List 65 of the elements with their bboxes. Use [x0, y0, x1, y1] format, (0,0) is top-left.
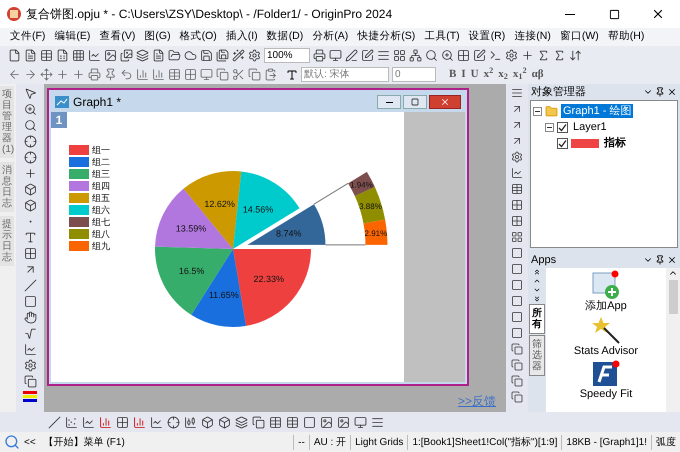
legend-label: 组三: [92, 168, 110, 178]
menu-item[interactable]: 插入(I): [226, 29, 258, 45]
zoom-field[interactable]: 100%: [264, 48, 310, 63]
slice-label: 12.62%: [204, 199, 235, 210]
slice-label: 1.94%: [350, 180, 373, 190]
app-label[interactable]: 添加App: [571, 300, 641, 312]
legend-label: 组二: [92, 156, 110, 166]
format-button[interactable]: x$_{2}$: [498, 66, 508, 83]
format-button[interactable]: x$^{2}$: [484, 66, 494, 83]
status-text: AU : 开: [308, 434, 350, 450]
panel-title: Apps: [531, 252, 556, 268]
format-button[interactable]: αβ: [532, 66, 544, 83]
menu-item[interactable]: 快捷分析(S): [357, 29, 416, 45]
status-text: --: [293, 434, 309, 450]
graph-window-title: Graph1 *: [73, 94, 122, 111]
menu-item[interactable]: 连接(N): [514, 29, 551, 45]
menu-item[interactable]: 查看(V): [99, 29, 136, 45]
format-button[interactable]: U: [470, 66, 479, 83]
legend-label: 组四: [92, 180, 110, 190]
app-label[interactable]: Stats Advisor: [571, 345, 641, 357]
legend-label: 组八: [92, 228, 110, 238]
slice-label: 3.88%: [359, 202, 382, 212]
side-tab[interactable]: 提示日志: [0, 216, 14, 266]
side-tab[interactable]: 项目管理器 (1): [0, 86, 14, 158]
menu-item[interactable]: 编辑(E): [54, 29, 90, 45]
tree-item[interactable]: Layer1: [571, 120, 609, 134]
status-text: 【开始】菜单 (F1): [42, 436, 126, 450]
legend-label: 组九: [92, 240, 110, 250]
tree-item[interactable]: 指标: [602, 136, 628, 150]
legend-label: 组一: [92, 144, 110, 154]
legend-label: 组五: [92, 192, 110, 202]
slice-label: 13.59%: [176, 223, 206, 234]
legend-label: 组六: [92, 204, 110, 214]
menu-item[interactable]: 工具(T): [424, 29, 460, 45]
menu-item[interactable]: 文件(F): [10, 29, 46, 45]
status-text: 弧度: [651, 434, 680, 450]
slice-label: 16.5%: [178, 266, 204, 276]
app-tab[interactable]: 所有: [529, 304, 545, 334]
slice-label: 14.56%: [242, 204, 274, 214]
slice-label: 2.91%: [364, 229, 388, 238]
legend-label: 组七: [92, 216, 110, 226]
status-text: 1:[Book1]Sheet1!Col("指标")[1:9]: [407, 434, 562, 450]
slice-label: 8.74%: [276, 228, 302, 238]
panel-title: 对象管理器: [531, 84, 586, 100]
menu-item[interactable]: 窗口(W): [560, 29, 599, 45]
side-tab[interactable]: 消息日志: [0, 162, 14, 212]
menu-item[interactable]: 分析(A): [312, 29, 348, 45]
slice-label: 22.33%: [253, 274, 284, 284]
tree-item[interactable]: Graph1 - 绘图: [561, 104, 634, 118]
status-text: Light Grids: [350, 434, 408, 450]
font-field[interactable]: 默认: 宋体: [301, 67, 389, 82]
app-label[interactable]: Speedy Fit: [571, 388, 641, 400]
font-size-field[interactable]: 0: [392, 67, 436, 82]
menu-item[interactable]: 图(G): [144, 29, 171, 45]
menu-item[interactable]: 帮助(H): [608, 29, 644, 45]
status-text: 18KB - [Graph1]1!: [561, 434, 651, 450]
format-button[interactable]: B: [449, 66, 456, 83]
app-tab[interactable]: 筛选器: [529, 335, 545, 376]
status-text: <<: [23, 436, 37, 450]
format-button[interactable]: I: [461, 66, 466, 83]
menu-item[interactable]: 格式(O): [180, 29, 217, 45]
menu-item[interactable]: 设置(R): [468, 29, 506, 45]
window-title: 复合饼图.opju * - C:\Users\ZSY\Desktop\ - /Folder1/ - OriginPro 2024: [26, 6, 392, 23]
slice-label: 11.65%: [208, 290, 239, 300]
menu-item[interactable]: 数据(D): [266, 29, 304, 45]
